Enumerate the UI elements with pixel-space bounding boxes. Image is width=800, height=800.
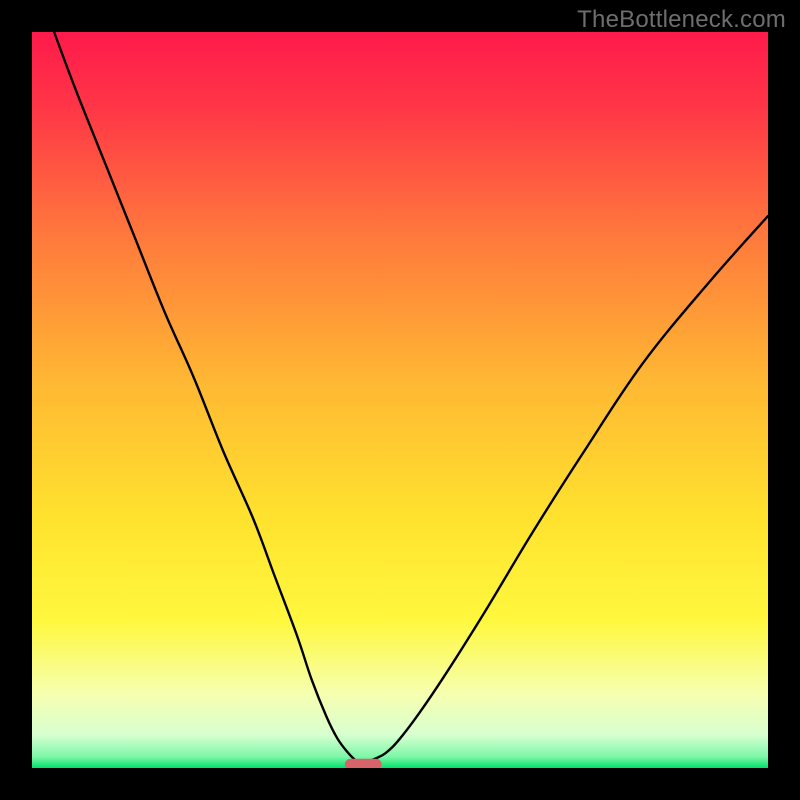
watermark-text: TheBottleneck.com [577,6,786,34]
plot-area [32,32,768,768]
chart-svg [32,32,768,768]
bottom-marker [345,759,382,768]
gradient-background [32,32,768,768]
chart-frame: TheBottleneck.com [0,0,800,800]
